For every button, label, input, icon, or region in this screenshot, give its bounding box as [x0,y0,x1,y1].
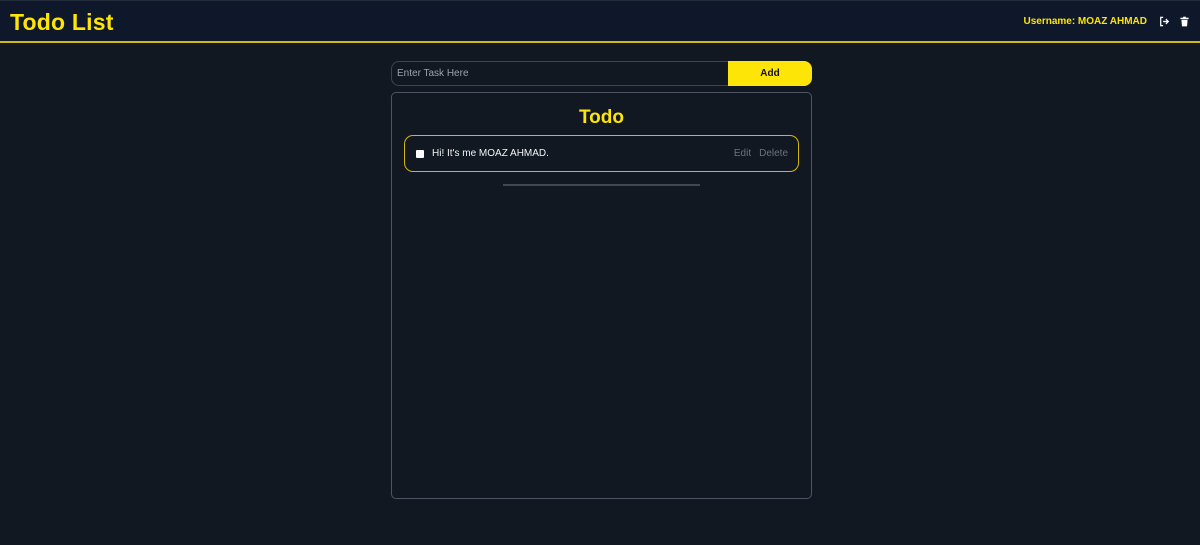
add-task-form: Add [391,61,812,86]
divider [503,184,700,186]
task-input[interactable] [391,61,728,86]
todo-panel: Todo Hi! It's me MOAZ AHMAD. Edit Delete [391,92,812,499]
app-title: Todo List [10,9,114,35]
edit-button[interactable]: Edit [734,148,751,159]
trash-icon[interactable] [1178,15,1190,27]
todo-text: Hi! It's me MOAZ AHMAD. [432,148,549,159]
todo-checkbox[interactable] [416,149,424,158]
add-button[interactable]: Add [728,61,812,86]
todo-item: Hi! It's me MOAZ AHMAD. Edit Delete [404,135,799,172]
panel-title: Todo [578,107,624,128]
sign-out-icon[interactable] [1158,15,1170,27]
username-label: Username: MOAZ AHMAD [1023,15,1147,27]
top-navbar: Todo List Username: MOAZ AHMAD [0,0,1200,43]
user-area: Username: MOAZ AHMAD [1023,15,1190,27]
delete-button[interactable]: Delete [759,148,788,159]
